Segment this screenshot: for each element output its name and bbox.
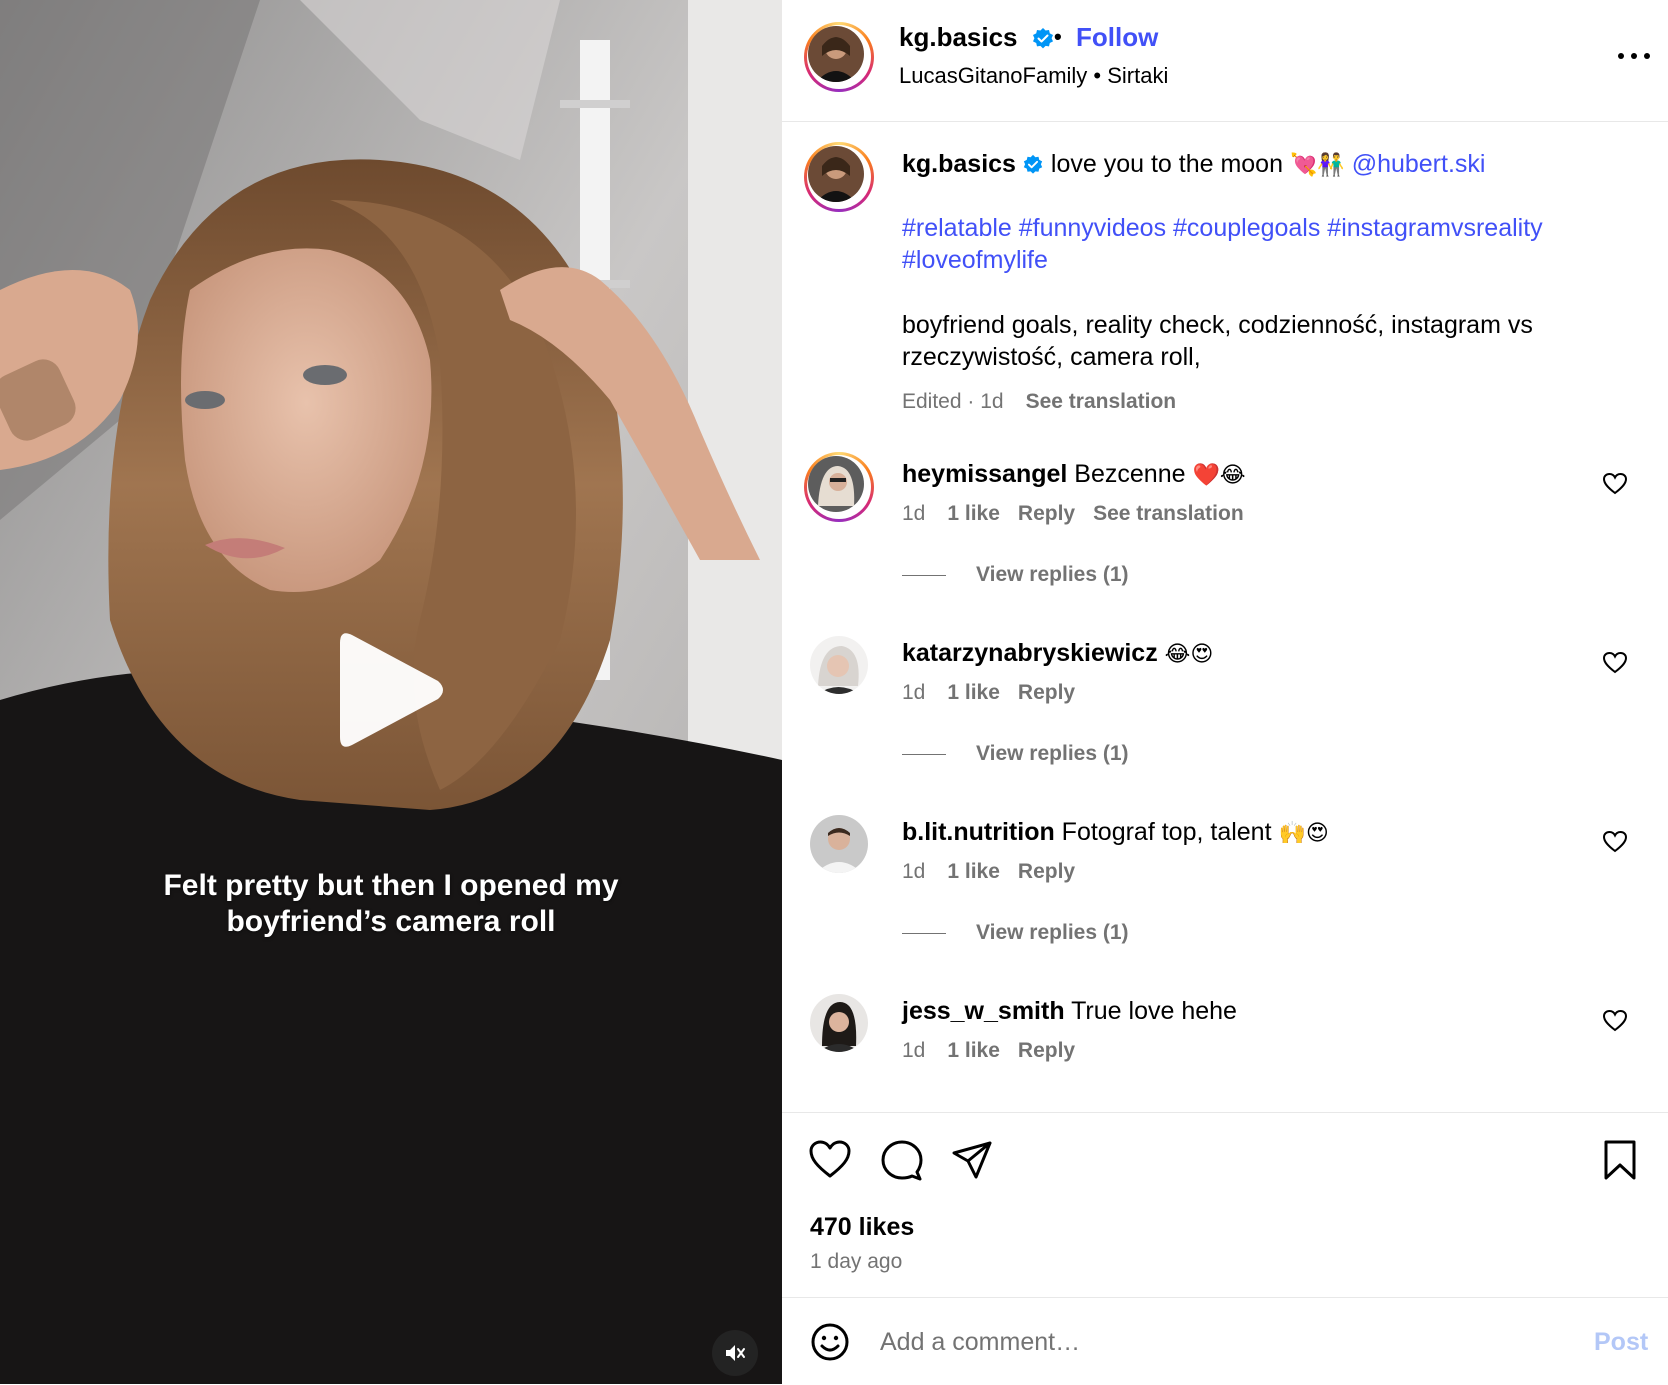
caption-body: love you to the moon bbox=[1043, 150, 1290, 178]
caption-see-translation[interactable]: See translation bbox=[1026, 390, 1177, 413]
post-header: kg.basics • Follow LucasGitanoFamily • S… bbox=[782, 0, 1668, 122]
hashtags-line-1[interactable]: #relatable #funnyvideos #couplegoals #in… bbox=[902, 212, 1602, 244]
video-caption-overlay: Felt pretty but then I opened my boyfrie… bbox=[0, 868, 782, 940]
commenter-avatar-image bbox=[810, 994, 868, 1052]
post-time[interactable]: 1 day ago bbox=[810, 1250, 902, 1274]
comment-composer: Post bbox=[782, 1297, 1668, 1385]
comment-emoji: 🙌😍 bbox=[1278, 821, 1329, 846]
view-replies-button[interactable]: View replies (1) bbox=[902, 742, 1129, 766]
view-replies-button[interactable]: View replies (1) bbox=[902, 563, 1129, 587]
hashtags-line-2[interactable]: #loveofmylife bbox=[902, 244, 1602, 276]
mention-link[interactable]: @hubert.ski bbox=[1352, 150, 1486, 178]
comment-username[interactable]: katarzynabryskiewicz bbox=[902, 639, 1158, 667]
comment-like-heart-icon[interactable] bbox=[1602, 830, 1628, 854]
comment-like-heart-icon[interactable] bbox=[1602, 1009, 1628, 1033]
comment-time: 1d bbox=[902, 1039, 926, 1062]
mute-toggle-button[interactable] bbox=[712, 1330, 758, 1376]
comment-icon[interactable] bbox=[880, 1139, 924, 1181]
comment-body bbox=[1158, 639, 1165, 667]
caption-meta: Edited · 1d See translation bbox=[902, 390, 1176, 414]
comment-likes[interactable]: 1 like bbox=[947, 502, 1000, 525]
comment-likes[interactable]: 1 like bbox=[947, 1039, 1000, 1062]
comment-2-text: katarzynabryskiewicz 😂😍 bbox=[902, 637, 1602, 671]
author-avatar-image bbox=[808, 26, 864, 82]
caption-avatar-image bbox=[808, 146, 864, 202]
comment-3-meta: 1d 1 like Reply bbox=[902, 860, 1075, 884]
comment-time: 1d bbox=[902, 860, 926, 883]
caption-username[interactable]: kg.basics bbox=[902, 150, 1016, 178]
caption-edited: Edited · 1d bbox=[902, 390, 1004, 413]
follow-button[interactable]: Follow bbox=[1076, 22, 1158, 53]
audio-attribution[interactable]: LucasGitanoFamily • Sirtaki bbox=[899, 63, 1168, 89]
commenter-avatar[interactable] bbox=[810, 636, 868, 694]
emoji-picker-icon[interactable] bbox=[810, 1322, 850, 1362]
post-actions: 470 likes 1 day ago bbox=[782, 1112, 1668, 1283]
play-icon[interactable] bbox=[330, 625, 450, 755]
comment-2-meta: 1d 1 like Reply bbox=[902, 681, 1075, 705]
post-modal: Felt pretty but then I opened my boyfrie… bbox=[0, 0, 1668, 1384]
comment-username[interactable]: b.lit.nutrition bbox=[902, 818, 1055, 846]
comment-time: 1d bbox=[902, 502, 926, 525]
commenter-avatar-image bbox=[810, 636, 868, 694]
verified-badge-icon bbox=[1023, 155, 1043, 175]
view-replies-label[interactable]: View replies (1) bbox=[976, 921, 1129, 944]
speaker-muted-icon bbox=[726, 1345, 745, 1361]
caption-emoji: 💘👫 bbox=[1289, 153, 1345, 178]
comment-input[interactable] bbox=[878, 1320, 1522, 1364]
comment-like-heart-icon[interactable] bbox=[1602, 651, 1628, 675]
commenter-avatar-image bbox=[808, 456, 864, 512]
comment-emoji: 😂😍 bbox=[1164, 642, 1214, 667]
comment-4-text: jess_w_smith True love hehe bbox=[902, 995, 1602, 1027]
commenter-avatar-image bbox=[810, 815, 868, 873]
commenter-avatar[interactable] bbox=[804, 452, 874, 522]
comment-1-text: heymissangel Bezcenne ❤️😂 bbox=[902, 458, 1602, 492]
comment-4-meta: 1d 1 like Reply bbox=[902, 1039, 1075, 1063]
comment-reply-button[interactable]: Reply bbox=[1018, 502, 1075, 525]
post-side-panel: kg.basics • Follow LucasGitanoFamily • S… bbox=[782, 0, 1668, 1384]
comment-1-meta: 1d 1 like Reply See translation bbox=[902, 502, 1244, 526]
post-comment-button[interactable]: Post bbox=[1594, 1328, 1648, 1357]
view-replies-button[interactable]: View replies (1) bbox=[902, 921, 1129, 945]
comment-reply-button[interactable]: Reply bbox=[1018, 860, 1075, 883]
likes-count[interactable]: 470 likes bbox=[810, 1213, 914, 1242]
author-username-text[interactable]: kg.basics bbox=[899, 22, 1018, 52]
comment-likes[interactable]: 1 like bbox=[947, 860, 1000, 883]
author-username[interactable]: kg.basics bbox=[899, 22, 1055, 53]
caption-text: kg.basics love you to the moon 💘👫 @huber… bbox=[902, 148, 1602, 182]
bookmark-icon[interactable] bbox=[1600, 1139, 1640, 1181]
comment-username[interactable]: heymissangel bbox=[902, 460, 1067, 488]
verified-badge-icon bbox=[1032, 28, 1053, 49]
comment-username[interactable]: jess_w_smith bbox=[902, 997, 1065, 1025]
caption-keywords: boyfriend goals, reality check, codzienn… bbox=[902, 311, 1533, 371]
commenter-avatar[interactable] bbox=[810, 994, 868, 1052]
comment-body: True love hehe bbox=[1064, 997, 1237, 1025]
author-avatar[interactable] bbox=[804, 22, 874, 92]
commenter-avatar[interactable] bbox=[810, 815, 868, 873]
view-replies-label[interactable]: View replies (1) bbox=[976, 563, 1129, 586]
view-replies-label[interactable]: View replies (1) bbox=[976, 742, 1129, 765]
header-separator: • bbox=[1054, 24, 1062, 49]
comments-list[interactable]: kg.basics love you to the moon 💘👫 @huber… bbox=[782, 122, 1668, 1112]
more-horizontal-icon[interactable] bbox=[1614, 40, 1654, 70]
heart-icon[interactable] bbox=[808, 1139, 852, 1181]
caption-hashtags: #relatable #funnyvideos #couplegoals #in… bbox=[902, 212, 1602, 276]
overlay-line-1: Felt pretty but then I opened my bbox=[163, 869, 619, 902]
comment-reply-button[interactable]: Reply bbox=[1018, 681, 1075, 704]
comment-likes[interactable]: 1 like bbox=[947, 681, 1000, 704]
comment-body: Fotograf top, talent bbox=[1054, 818, 1279, 846]
comment-time: 1d bbox=[902, 681, 926, 704]
reel-video[interactable]: Felt pretty but then I opened my boyfrie… bbox=[0, 0, 782, 1384]
comment-reply-button[interactable]: Reply bbox=[1018, 1039, 1075, 1062]
share-icon[interactable] bbox=[950, 1139, 994, 1181]
comment-see-translation[interactable]: See translation bbox=[1093, 502, 1244, 525]
caption-avatar[interactable] bbox=[804, 142, 874, 212]
comment-body: Bezcenne bbox=[1067, 460, 1193, 488]
comment-emoji: ❤️😂 bbox=[1192, 463, 1246, 488]
comment-3-text: b.lit.nutrition Fotograf top, talent 🙌😍 bbox=[902, 816, 1602, 850]
overlay-line-2: boyfriend’s camera roll bbox=[226, 905, 556, 938]
comment-like-heart-icon[interactable] bbox=[1602, 472, 1628, 496]
